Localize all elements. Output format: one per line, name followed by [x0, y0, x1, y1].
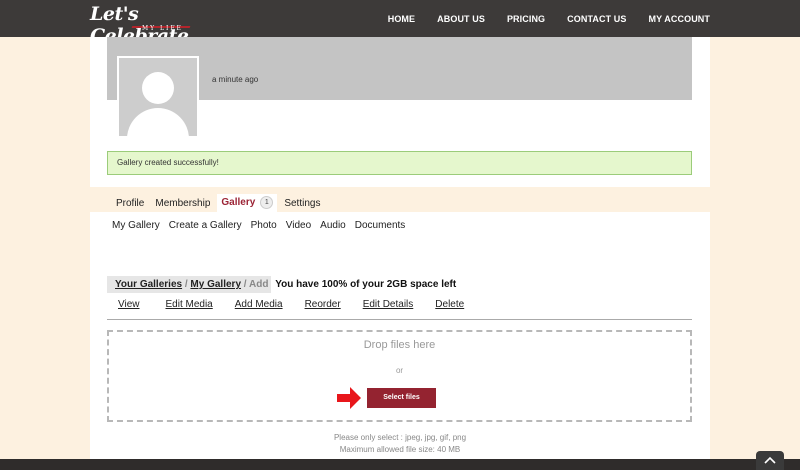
logo-subtext: MY LIFE — [142, 25, 183, 32]
gallery-count-badge: 1 — [260, 196, 274, 209]
edit-details-link[interactable]: Edit Details — [363, 299, 414, 310]
view-link[interactable]: View — [118, 299, 140, 310]
site-logo[interactable]: Let's Celebrate MY LIFE — [90, 3, 195, 47]
subnav-documents[interactable]: Documents — [355, 220, 406, 231]
avatar-placeholder-body — [127, 108, 189, 136]
breadcrumb-current: Add — [248, 279, 269, 290]
main-nav: HOME ABOUT US PRICING CONTACT US MY ACCO… — [388, 0, 710, 37]
nav-home[interactable]: HOME — [388, 14, 415, 24]
profile-tabs: Profile Membership Gallery 1 Settings — [112, 194, 327, 213]
avatar-placeholder-head — [142, 72, 174, 104]
scroll-to-top-button[interactable] — [756, 451, 784, 470]
tab-membership[interactable]: Membership — [151, 196, 214, 211]
footer-bar — [0, 459, 800, 470]
subnav-photo[interactable]: Photo — [251, 220, 277, 231]
last-active-time: a minute ago — [212, 75, 259, 84]
dropzone-title: Drop files here — [363, 339, 436, 351]
gallery-subnav: My Gallery Create a Gallery Photo Video … — [112, 220, 405, 231]
select-files-button[interactable]: Select files — [367, 388, 436, 408]
breadcrumb: Your Galleries / My Gallery / Add You ha… — [115, 279, 456, 290]
nav-pricing[interactable]: PRICING — [507, 14, 545, 24]
edit-media-link[interactable]: Edit Media — [166, 299, 213, 310]
gallery-actions: View Edit Media Add Media Reorder Edit D… — [118, 299, 464, 310]
breadcrumb-separator: / — [241, 279, 249, 290]
divider — [107, 319, 692, 320]
chevron-up-icon — [764, 456, 776, 464]
gallery-content: My Gallery Create a Gallery Photo Video … — [90, 212, 710, 470]
profile-panel: a minute ago Gallery created successfull… — [90, 37, 710, 187]
subnav-audio[interactable]: Audio — [320, 220, 346, 231]
file-dropzone[interactable]: Drop files here or Select files — [107, 330, 692, 422]
subnav-create-gallery[interactable]: Create a Gallery — [169, 220, 242, 231]
site-header: Let's Celebrate MY LIFE HOME ABOUT US PR… — [0, 0, 800, 47]
tab-gallery[interactable]: Gallery 1 — [217, 194, 278, 213]
file-size-hint: Maximum allowed file size: 40 MB — [339, 445, 461, 454]
subnav-video[interactable]: Video — [286, 220, 311, 231]
tab-settings[interactable]: Settings — [280, 196, 324, 211]
tab-profile[interactable]: Profile — [112, 196, 148, 211]
add-media-link[interactable]: Add Media — [235, 299, 283, 310]
nav-my-account[interactable]: MY ACCOUNT — [649, 14, 711, 24]
subnav-my-gallery[interactable]: My Gallery — [112, 220, 160, 231]
tab-gallery-label: Gallery — [221, 197, 256, 209]
breadcrumb-your-galleries[interactable]: Your Galleries — [115, 279, 182, 290]
red-arrow-icon — [337, 387, 361, 409]
breadcrumb-my-gallery[interactable]: My Gallery — [190, 279, 241, 290]
avatar[interactable] — [117, 56, 199, 138]
storage-space-text: You have 100% of your 2GB space left — [275, 279, 457, 290]
reorder-link[interactable]: Reorder — [305, 299, 341, 310]
delete-link[interactable]: Delete — [435, 299, 464, 310]
file-type-hint: Please only select : jpeg, jpg, gif, png — [333, 433, 467, 442]
nav-contact-us[interactable]: CONTACT US — [567, 14, 626, 24]
nav-about-us[interactable]: ABOUT US — [437, 14, 485, 24]
dropzone-or: or — [395, 366, 404, 375]
success-alert: Gallery created successfully! — [107, 151, 692, 175]
